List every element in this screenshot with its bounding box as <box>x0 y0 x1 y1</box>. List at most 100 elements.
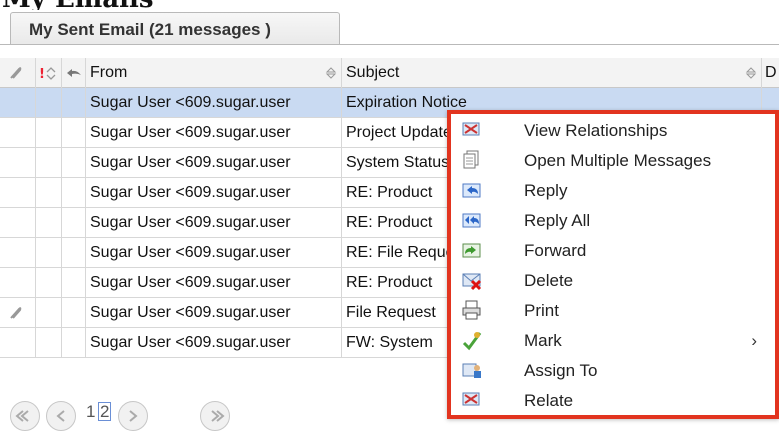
attachment-cell <box>0 88 36 118</box>
from-cell: Sugar User <609.sugar.user <box>86 148 342 178</box>
attachment-cell <box>0 148 36 178</box>
svg-text:!: ! <box>39 67 45 80</box>
status-cell <box>62 268 86 298</box>
from-cell: Sugar User <609.sugar.user <box>86 118 342 148</box>
from-cell: Sugar User <609.sugar.user <box>86 88 342 118</box>
context-menu: View Relationships Open Multiple Messages… <box>447 110 779 419</box>
first-page-icon <box>15 410 29 422</box>
from-cell: Sugar User <609.sugar.user <box>86 268 342 298</box>
attachment-icon <box>10 307 22 319</box>
menu-item-label: Print <box>524 301 559 320</box>
from-cell: Sugar User <609.sugar.user <box>86 208 342 238</box>
menu-item-mark[interactable]: Mark › <box>451 326 775 355</box>
from-cell: Sugar User <609.sugar.user <box>86 328 342 358</box>
menu-item-label: Delete <box>524 271 574 290</box>
from-cell: Sugar User <609.sugar.user <box>86 238 342 268</box>
importance-cell <box>36 238 62 268</box>
importance-cell <box>36 208 62 238</box>
status-cell <box>62 238 86 268</box>
menu-item-print[interactable]: Print <box>451 296 775 325</box>
forward-icon <box>462 243 481 258</box>
reply-icon <box>462 183 481 198</box>
chevron-left-icon <box>56 410 65 422</box>
pagination: 1 2 <box>0 394 300 431</box>
menu-item-label: Forward <box>524 241 587 260</box>
page-heading-text: My Emails <box>2 0 154 10</box>
header-status-col[interactable] <box>62 58 86 88</box>
delete-icon <box>462 273 482 291</box>
importance-cell <box>36 268 62 298</box>
importance-cell <box>36 328 62 358</box>
relate-icon <box>462 392 480 406</box>
importance-cell <box>36 148 62 178</box>
attachment-cell <box>0 268 36 298</box>
menu-item-open-multiple-messages[interactable]: Open Multiple Messages <box>451 146 775 175</box>
header-importance-col[interactable]: ! <box>36 58 62 88</box>
status-cell <box>62 118 86 148</box>
reply-forward-icon <box>67 69 81 77</box>
attachment-cell <box>0 118 36 148</box>
status-cell <box>62 208 86 238</box>
importance-cell <box>36 118 62 148</box>
menu-item-label: View Relationships <box>524 121 668 140</box>
importance-cell <box>36 298 62 328</box>
importance-sort-icon: ! <box>39 67 56 80</box>
header-date-col[interactable]: D <box>762 58 779 88</box>
view-relationships-icon <box>462 122 480 136</box>
page-number-2-current[interactable]: 2 <box>98 402 112 421</box>
status-cell <box>62 298 86 328</box>
menu-item-label: Open Multiple Messages <box>524 151 712 170</box>
header-date-label: D <box>765 64 777 81</box>
header-from-col[interactable]: From <box>86 58 342 88</box>
from-cell: Sugar User <609.sugar.user <box>86 178 342 208</box>
status-cell <box>62 88 86 118</box>
from-cell: Sugar User <609.sugar.user <box>86 298 342 328</box>
status-cell <box>62 148 86 178</box>
status-cell <box>62 178 86 208</box>
attachment-cell <box>0 328 36 358</box>
menu-item-reply[interactable]: Reply <box>451 176 775 205</box>
importance-cell <box>36 178 62 208</box>
header-subject-label: Subject <box>346 64 400 81</box>
mark-icon <box>462 332 482 351</box>
first-page-button[interactable] <box>10 401 40 431</box>
menu-item-reply-all[interactable]: Reply All <box>451 206 775 235</box>
header-from-label: From <box>90 64 128 81</box>
header-subject-col[interactable]: Subject <box>342 58 762 88</box>
next-page-button[interactable] <box>118 401 148 431</box>
sort-icon <box>745 67 757 79</box>
menu-item-label: Reply <box>524 181 568 200</box>
menu-item-delete[interactable]: Delete <box>451 266 775 295</box>
table-header-row: ! From Subject D <box>0 58 779 88</box>
menu-item-relate[interactable]: Relate <box>451 386 775 415</box>
attachment-cell <box>0 208 36 238</box>
last-page-button[interactable] <box>200 401 230 431</box>
menu-item-view-relationships[interactable]: View Relationships <box>451 116 775 145</box>
importance-cell <box>36 88 62 118</box>
menu-item-label: Assign To <box>524 361 598 380</box>
attachment-icon <box>10 67 22 79</box>
header-attachment-col[interactable] <box>0 58 36 88</box>
sort-icon <box>325 67 337 79</box>
attachment-cell <box>0 178 36 208</box>
chevron-right-icon <box>129 410 138 422</box>
page-number-1[interactable]: 1 <box>86 402 95 422</box>
menu-item-forward[interactable]: Forward <box>451 236 775 265</box>
attachment-cell <box>0 298 36 328</box>
menu-item-assign-to[interactable]: Assign To <box>451 356 775 385</box>
open-multiple-icon <box>463 150 479 169</box>
reply-all-icon <box>462 213 481 228</box>
page-heading-clipped: My Emails <box>0 0 779 10</box>
assign-icon <box>462 363 481 378</box>
print-icon <box>462 300 481 320</box>
chevron-right-icon: › <box>751 331 757 350</box>
menu-item-label: Relate <box>524 391 574 410</box>
previous-page-button[interactable] <box>46 401 76 431</box>
last-page-icon <box>211 410 225 422</box>
tab-my-sent-email[interactable]: My Sent Email (21 messages ) <box>10 12 340 45</box>
tab-underline <box>0 44 779 45</box>
tab-label: My Sent Email (21 messages ) <box>29 20 271 39</box>
menu-item-label: Reply All <box>524 211 591 230</box>
menu-item-label: Mark <box>524 331 562 350</box>
status-cell <box>62 328 86 358</box>
